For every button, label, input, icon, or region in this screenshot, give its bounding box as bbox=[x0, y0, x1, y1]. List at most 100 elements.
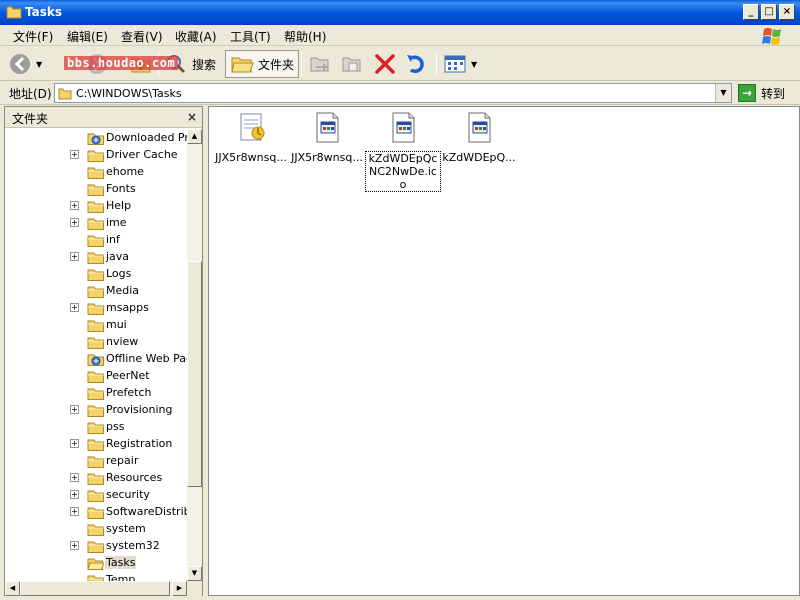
folder-tree-item[interactable]: Prefetch bbox=[5, 385, 187, 402]
address-label: 地址(D) bbox=[9, 87, 52, 101]
menu-view[interactable]: 查看(V) bbox=[121, 28, 163, 45]
up-button[interactable] bbox=[130, 50, 152, 78]
file-item[interactable]: kZdWDEpQ... bbox=[441, 111, 517, 164]
expand-icon[interactable]: + bbox=[70, 218, 79, 227]
address-input[interactable]: C:\WINDOWS\Tasks ▼ bbox=[54, 83, 732, 103]
expand-icon[interactable]: + bbox=[70, 439, 79, 448]
folder-pane-close-icon[interactable]: × bbox=[187, 110, 197, 124]
menu-favorites[interactable]: 收藏(A) bbox=[175, 28, 217, 45]
folder-tree-item[interactable]: system bbox=[5, 521, 187, 538]
folders-button[interactable]: 文件夹 bbox=[225, 50, 300, 78]
expand-icon[interactable]: + bbox=[70, 201, 79, 210]
folder-icon bbox=[87, 388, 104, 400]
folder-icon bbox=[87, 269, 104, 281]
copy-to-button[interactable] bbox=[340, 50, 364, 78]
file-name: kZdWDEpQ... bbox=[442, 151, 516, 164]
folder-name: inf bbox=[106, 233, 120, 246]
folder-tree-item[interactable]: pss bbox=[5, 419, 187, 436]
folders-icon bbox=[231, 57, 254, 73]
folder-tree-item[interactable]: + Resources bbox=[5, 470, 187, 487]
menu-tools[interactable]: 工具(T) bbox=[230, 28, 271, 45]
folder-tree-item[interactable]: + ime bbox=[5, 215, 187, 232]
folder-pane: 文件夹 × Downloaded Program Files + Driver Ca… bbox=[4, 106, 203, 596]
folder-tree-item[interactable]: Tasks bbox=[5, 555, 187, 572]
ico-file-icon bbox=[468, 112, 491, 143]
back-dropdown-icon[interactable]: ▼ bbox=[36, 60, 42, 69]
folder-tree-item[interactable]: + Driver Cache bbox=[5, 147, 187, 164]
folder-tree-item[interactable]: + Registration bbox=[5, 436, 187, 453]
folder-tree-item[interactable]: + security bbox=[5, 487, 187, 504]
folder-tree-item[interactable]: + SoftwareDistribution bbox=[5, 504, 187, 521]
folder-tree-item[interactable]: Logs bbox=[5, 266, 187, 283]
scroll-down-icon[interactable]: ▼ bbox=[187, 566, 202, 581]
minimize-button[interactable]: _ bbox=[743, 4, 759, 20]
folder-tree-item[interactable]: Temp bbox=[5, 572, 187, 581]
search-button[interactable]: 搜索 bbox=[164, 50, 216, 78]
folder-name: system32 bbox=[106, 539, 160, 552]
hscroll-thumb[interactable] bbox=[20, 581, 170, 596]
menu-bar: 文件(F) 编辑(E) 查看(V) 收藏(A) 工具(T) 帮助(H) bbox=[0, 25, 800, 46]
folder-icon bbox=[87, 507, 104, 519]
folder-tree-item[interactable]: mui bbox=[5, 317, 187, 334]
menu-file[interactable]: 文件(F) bbox=[13, 28, 53, 45]
folder-tree-item[interactable]: Media bbox=[5, 283, 187, 300]
undo-button[interactable] bbox=[404, 50, 428, 78]
folder-tree-item[interactable]: + Help bbox=[5, 198, 187, 215]
folder-name: Registration bbox=[106, 437, 173, 450]
horizontal-scrollbar[interactable]: ◀ ▶ bbox=[5, 581, 187, 596]
vertical-scrollbar[interactable]: ▲ ▼ bbox=[187, 129, 202, 581]
window-title: Tasks bbox=[25, 5, 63, 19]
expand-icon[interactable]: + bbox=[70, 405, 79, 414]
close-button[interactable]: × bbox=[779, 4, 795, 20]
scroll-left-icon[interactable]: ◀ bbox=[5, 581, 20, 596]
folder-tree-item[interactable]: + Provisioning bbox=[5, 402, 187, 419]
scroll-right-icon[interactable]: ▶ bbox=[172, 581, 187, 596]
menu-help[interactable]: 帮助(H) bbox=[284, 28, 326, 45]
folder-tree-item[interactable]: PeerNet bbox=[5, 368, 187, 385]
scroll-up-icon[interactable]: ▲ bbox=[187, 129, 202, 144]
folder-icon bbox=[87, 235, 104, 247]
forward-button[interactable] bbox=[85, 50, 109, 78]
folder-tree-item[interactable]: + java bbox=[5, 249, 187, 266]
expand-icon[interactable]: + bbox=[70, 473, 79, 482]
folder-name: pss bbox=[106, 420, 125, 433]
expand-icon[interactable]: + bbox=[70, 150, 79, 159]
delete-button[interactable] bbox=[373, 50, 397, 78]
folder-icon bbox=[87, 167, 104, 179]
expand-icon[interactable]: + bbox=[70, 490, 79, 499]
folders-label: 文件夹 bbox=[258, 57, 295, 72]
back-button[interactable]: ▼ bbox=[8, 50, 42, 78]
file-item[interactable]: JJX5r8wnsq... bbox=[213, 111, 289, 164]
folder-icon bbox=[87, 184, 104, 196]
scroll-thumb[interactable] bbox=[187, 261, 202, 487]
folder-icon bbox=[87, 405, 104, 417]
folder-tree-item[interactable]: repair bbox=[5, 453, 187, 470]
menu-edit[interactable]: 编辑(E) bbox=[67, 28, 108, 45]
views-dropdown-icon[interactable]: ▼ bbox=[471, 60, 477, 69]
folder-tree-item[interactable]: Offline Web Pages bbox=[5, 351, 187, 368]
move-to-button[interactable] bbox=[308, 50, 332, 78]
folder-tree-item[interactable]: nview bbox=[5, 334, 187, 351]
expand-icon[interactable]: + bbox=[70, 507, 79, 516]
folder-tree-item[interactable]: ehome bbox=[5, 164, 187, 181]
views-icon bbox=[444, 55, 466, 73]
views-button[interactable]: ▼ bbox=[443, 50, 477, 78]
expand-icon[interactable]: + bbox=[70, 541, 79, 550]
expand-icon[interactable]: + bbox=[70, 252, 79, 261]
folder-name: security bbox=[106, 488, 150, 501]
go-button[interactable]: → 转到 bbox=[738, 83, 785, 103]
maximize-button[interactable]: □ bbox=[761, 4, 777, 20]
folder-tree-item[interactable]: Downloaded Program Files bbox=[5, 130, 187, 147]
folder-name: repair bbox=[106, 454, 139, 467]
folder-tree-item[interactable]: Fonts bbox=[5, 181, 187, 198]
folder-tree-item[interactable]: + msapps bbox=[5, 300, 187, 317]
folder-name: msapps bbox=[106, 301, 149, 314]
address-dropdown-icon[interactable]: ▼ bbox=[715, 84, 731, 102]
folder-tree-item[interactable]: inf bbox=[5, 232, 187, 249]
file-item[interactable]: JJX5r8wnsq... bbox=[289, 111, 365, 164]
folder-tree-item[interactable]: + system32 bbox=[5, 538, 187, 555]
folder-name: Offline Web Pages bbox=[106, 352, 187, 365]
expand-icon[interactable]: + bbox=[70, 303, 79, 312]
delete-x-icon bbox=[375, 54, 395, 74]
file-item[interactable]: kZdWDEpQcNC2NwDe.ico bbox=[365, 111, 441, 192]
